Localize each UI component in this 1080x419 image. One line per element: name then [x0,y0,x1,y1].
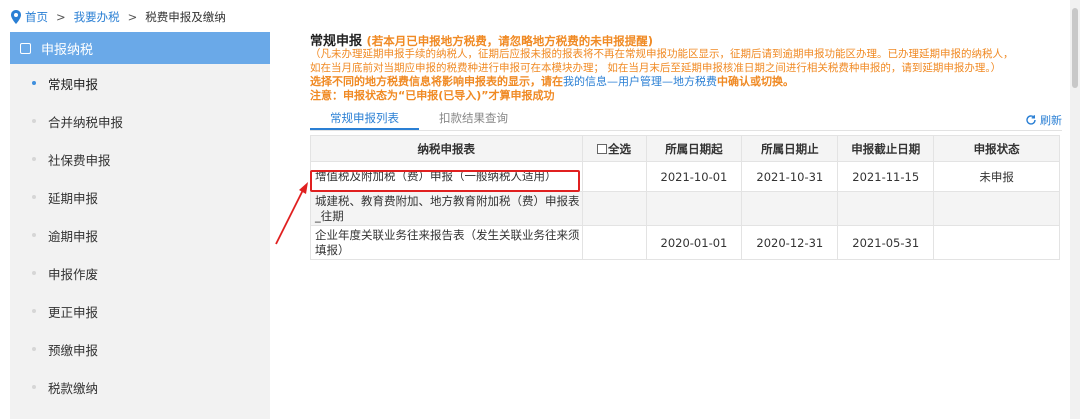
my-info-link[interactable]: 我的信息—用户管理—地方税费 [563,75,717,88]
refresh-icon [1026,115,1036,125]
highlight-box [310,170,580,192]
breadcrumb-tax-link[interactable]: 我要办税 [74,9,120,25]
tab-bar: 常规申报列表 扣款结果查询 刷新 [310,109,1062,131]
sidebar-item-tax-payment[interactable]: 税款缴纳 [10,368,270,406]
breadcrumb-separator: > [127,10,138,24]
status-cell [933,191,1060,226]
select-all-checkbox[interactable] [597,143,608,154]
status-cell [933,225,1060,260]
row-select-cell [581,161,647,192]
table-row[interactable]: 企业年度关联业务往来报告表（发生关联业务往来须填报） 2020-01-01 20… [310,225,1060,260]
sidebar-item-correction-filing[interactable]: 更正申报 [10,292,270,330]
square-icon [20,42,31,54]
deadline-cell: 2021-11-15 [837,161,935,192]
col-header-select-all[interactable]: 全选 [581,135,647,162]
sidebar-item-label: 逾期申报 [48,228,99,244]
tab-deduction-result-query[interactable]: 扣款结果查询 [419,108,528,130]
sidebar-item-overdue-filing[interactable]: 逾期申报 [10,216,270,254]
location-pin-icon [11,10,21,24]
sidebar-item-label: 常规申报 [48,76,99,92]
bullet-icon [32,385,36,389]
table-header-row: 纳税申报表 全选 所属日期起 所属日期止 申报截止日期 申报状态 [310,135,1060,162]
notice-line: （凡未办理延期申报手续的纳税人，征期后应报未报的报表将不再在常规申报功能区显示，… [310,48,1014,60]
bullet-icon [32,271,36,275]
sidebar-item-label: 税款缴纳 [48,380,99,396]
sidebar-header-label: 申报纳税 [41,42,94,58]
sidebar: 申报纳税 常规申报 合并纳税申报 社保费申报 延期申报 逾期申报 申报作废 更正… [10,32,270,419]
select-all-label: 全选 [608,141,632,156]
form-name-link[interactable]: 城建税、教育费附加、地方教育附加税（费）申报表_往期 [310,191,583,226]
notice-line: 如在当月底前对当期应申报的税费种进行申报可在本模块办理； 如在当月末后至延期申报… [310,62,1002,74]
sidebar-item-regular-filing[interactable]: 常规申报 [10,64,270,102]
sidebar-item-label: 社保费申报 [48,152,111,168]
start-date-cell: 2020-01-01 [645,225,743,260]
main-content: 常规申报 (若本月已申报地方税费，请忽略地方税费的未申报提醒) （凡未办理延期申… [310,30,1062,260]
region-notice-text: 中确认或切换。 [717,75,794,88]
sidebar-item-void-filing[interactable]: 申报作废 [10,254,270,292]
sidebar-item-deferred-filing[interactable]: 延期申报 [10,178,270,216]
end-date-cell [741,191,839,226]
row-select-cell [581,225,647,260]
col-header-form-name: 纳税申报表 [310,135,583,162]
col-header-status: 申报状态 [933,135,1060,162]
sidebar-item-label: 延期申报 [48,190,99,206]
bullet-icon [32,119,36,123]
status-notice: 注意：申报状态为“已申报(已导入)”才算申报成功 [310,89,555,102]
breadcrumb-separator: > [56,10,66,24]
filing-table: 纳税申报表 全选 所属日期起 所属日期止 申报截止日期 申报状态 增值税及附加税… [310,135,1060,260]
page-scrollbar[interactable] [1070,0,1080,419]
refresh-label: 刷新 [1040,114,1062,127]
bullet-icon [32,81,36,85]
refresh-button[interactable]: 刷新 [1025,112,1062,128]
sidebar-item-label: 合并纳税申报 [48,114,124,130]
start-date-cell [645,191,743,226]
bullet-icon [32,309,36,313]
end-date-cell: 2020-12-31 [741,225,839,260]
bullet-icon [32,233,36,237]
bullet-icon [32,157,36,161]
sidebar-item-prepayment-filing[interactable]: 预缴申报 [10,330,270,368]
col-header-start-date: 所属日期起 [645,135,743,162]
sidebar-item-label: 更正申报 [48,304,99,320]
title-warning: (若本月已申报地方税费，请忽略地方税费的未申报提醒) [366,34,654,48]
bullet-icon [32,195,36,199]
breadcrumb-home-link[interactable]: 首页 [25,9,48,25]
sidebar-item-label: 申报作废 [48,266,99,282]
page-title-line: 常规申报 (若本月已申报地方税费，请忽略地方税费的未申报提醒) [310,30,1062,49]
tab-regular-filing-list[interactable]: 常规申报列表 [310,108,419,130]
annotation-arrow-icon [275,182,308,245]
sidebar-item-label: 预缴申报 [48,342,99,358]
col-header-deadline: 申报截止日期 [837,135,935,162]
scrollbar-thumb[interactable] [1072,8,1078,88]
breadcrumb: 首页 > 我要办税 > 税费申报及缴纳 [10,8,226,26]
status-cell: 未申报 [933,161,1060,192]
start-date-cell: 2021-10-01 [645,161,743,192]
table-row[interactable]: 城建税、教育费附加、地方教育附加税（费）申报表_往期 [310,191,1060,226]
breadcrumb-current: 税费申报及缴纳 [145,10,226,24]
row-select-cell [581,191,647,226]
sidebar-item-social-insurance[interactable]: 社保费申报 [10,140,270,178]
col-header-end-date: 所属日期止 [741,135,839,162]
region-notice: 选择不同的地方税费信息将影响申报表的显示，请在我的信息—用户管理—地方税费中确认… [310,75,1062,89]
sidebar-item-consolidated-filing[interactable]: 合并纳税申报 [10,102,270,140]
deadline-cell [837,191,935,226]
region-notice-text: 选择不同的地方税费信息将影响申报表的显示，请在 [310,75,563,88]
form-name-link[interactable]: 企业年度关联业务往来报告表（发生关联业务往来须填报） [310,225,583,260]
end-date-cell: 2021-10-31 [741,161,839,192]
sidebar-header[interactable]: 申报纳税 [10,32,270,64]
deadline-cell: 2021-05-31 [837,225,935,260]
bullet-icon [32,347,36,351]
notice-text: （凡未办理延期申报手续的纳税人，征期后应报未报的报表将不再在常规申报功能区显示，… [310,47,1062,75]
